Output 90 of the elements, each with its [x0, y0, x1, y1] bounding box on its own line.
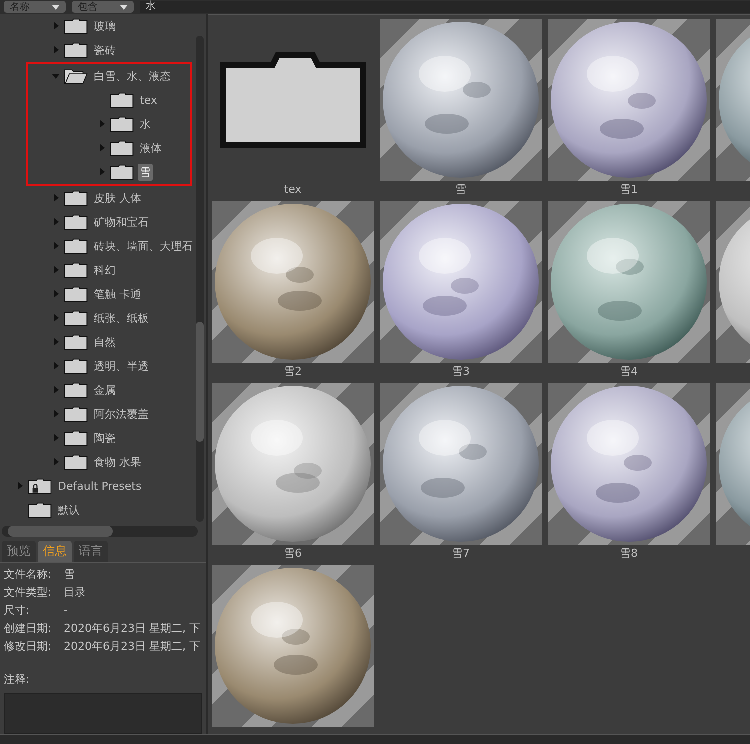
expand-arrow-icon[interactable]	[52, 290, 60, 298]
vertical-scrollbar[interactable]	[196, 36, 204, 522]
thumbnail-label: 雪7	[452, 546, 470, 562]
dropdown-caret-icon	[120, 4, 128, 10]
folder-icon	[64, 310, 88, 326]
dropdown-caret-icon	[52, 4, 60, 10]
folder-icon	[64, 286, 88, 302]
tree-item[interactable]: 矿物和宝石	[92, 214, 151, 230]
open-folder-icon	[64, 68, 88, 84]
expand-arrow-icon[interactable]	[98, 120, 106, 128]
expand-arrow-icon[interactable]	[52, 338, 60, 346]
tree-item[interactable]: 食物 水果	[92, 454, 144, 470]
folder-icon	[64, 190, 88, 206]
locked-folder-icon	[28, 478, 52, 494]
expand-arrow-icon[interactable]	[52, 410, 60, 418]
expand-arrow-icon[interactable]	[52, 434, 60, 442]
folder-icon	[110, 140, 134, 156]
collapse-arrow-icon[interactable]	[52, 72, 60, 80]
tree-item[interactable]: tex	[138, 92, 160, 108]
thumbnail-label: 雪8	[620, 546, 638, 562]
tree-item[interactable]: Default Presets	[56, 478, 144, 494]
info-value: 2020年6月23日 星期二, 下	[64, 621, 202, 638]
tree-item[interactable]: 水	[138, 116, 153, 132]
info-value: 2020年6月23日 星期二, 下	[64, 639, 202, 654]
folder-icon	[64, 238, 88, 254]
tree-item[interactable]: 科幻	[92, 262, 118, 278]
expand-arrow-icon[interactable]	[52, 22, 60, 30]
tree-item[interactable]: 默认	[56, 502, 82, 518]
expand-arrow-icon[interactable]	[52, 314, 60, 322]
thumbnail-label: 雪4	[620, 364, 638, 380]
folder-icon	[64, 454, 88, 470]
info-label: 尺寸:	[4, 603, 31, 620]
expand-arrow-icon[interactable]	[52, 458, 60, 466]
info-label: 文件类型:	[4, 585, 53, 602]
info-label: 修改日期:	[4, 639, 53, 654]
tree-item[interactable]: 阿尔法覆盖	[92, 406, 151, 422]
tree-item[interactable]: 雪	[138, 164, 153, 180]
folder-icon	[110, 92, 134, 108]
tree-item[interactable]: 笔触 卡通	[92, 286, 144, 302]
expand-arrow-icon[interactable]	[16, 482, 24, 490]
folder-icon	[64, 406, 88, 422]
folder-icon	[110, 164, 134, 180]
tree-item[interactable]: 玻璃	[92, 18, 118, 34]
expand-arrow-icon[interactable]	[52, 266, 60, 274]
horizontal-scrollbar[interactable]	[2, 526, 198, 538]
info-value: 目录	[64, 585, 87, 602]
folder-icon	[64, 262, 88, 278]
folder-icon	[64, 214, 88, 230]
tree-item[interactable]: 白雪、水、液态	[92, 68, 173, 84]
tab[interactable]: 语言	[74, 541, 108, 562]
tree-item[interactable]: 皮肤 人体	[92, 190, 144, 206]
expand-arrow-icon[interactable]	[52, 362, 60, 370]
tree-item[interactable]: 自然	[92, 334, 118, 350]
expand-arrow-icon[interactable]	[98, 168, 106, 176]
folder-icon	[110, 116, 134, 132]
expand-arrow-icon[interactable]	[52, 386, 60, 394]
tree-item[interactable]: 纸张、纸板	[92, 310, 151, 326]
thumbnail-label: 雪3	[452, 364, 470, 380]
thumbnail-label: 雪6	[284, 546, 302, 562]
folder-icon	[64, 334, 88, 350]
folder-icon	[64, 42, 88, 58]
folder-icon	[64, 358, 88, 374]
notes-label: 注释:	[4, 672, 31, 687]
thumbnail-label: tex	[284, 182, 302, 198]
tree-item[interactable]: 瓷砖	[92, 42, 118, 58]
tree-item[interactable]: 液体	[138, 140, 164, 156]
folder-icon	[64, 430, 88, 446]
folder-icon	[64, 382, 88, 398]
expand-arrow-icon[interactable]	[52, 242, 60, 250]
notes-field[interactable]	[4, 692, 202, 734]
tree-item[interactable]: 砖块、墙面、大理石	[92, 238, 195, 254]
tree-item[interactable]: 透明、半透	[92, 358, 151, 374]
thumbnail-label: 雪	[456, 182, 466, 198]
tree-item[interactable]: 陶瓷	[92, 430, 118, 446]
search-field[interactable]: 水	[140, 1, 750, 13]
expand-arrow-icon[interactable]	[52, 194, 60, 202]
tab[interactable]: 信息	[38, 541, 72, 562]
tree-item[interactable]: 金属	[92, 382, 118, 398]
thumbnail-label: 雪2	[284, 364, 302, 380]
info-value: -	[64, 603, 69, 620]
folder-icon	[64, 18, 88, 34]
info-label: 文件名称:	[4, 567, 53, 584]
expand-arrow-icon[interactable]	[52, 46, 60, 54]
expand-arrow-icon[interactable]	[52, 218, 60, 226]
tab[interactable]: 预览	[2, 541, 36, 562]
info-value: 雪	[64, 567, 76, 584]
expand-arrow-icon[interactable]	[98, 144, 106, 152]
thumbnail-label: 雪1	[620, 182, 638, 198]
info-label: 创建日期:	[4, 621, 53, 638]
folder-icon	[28, 502, 52, 518]
